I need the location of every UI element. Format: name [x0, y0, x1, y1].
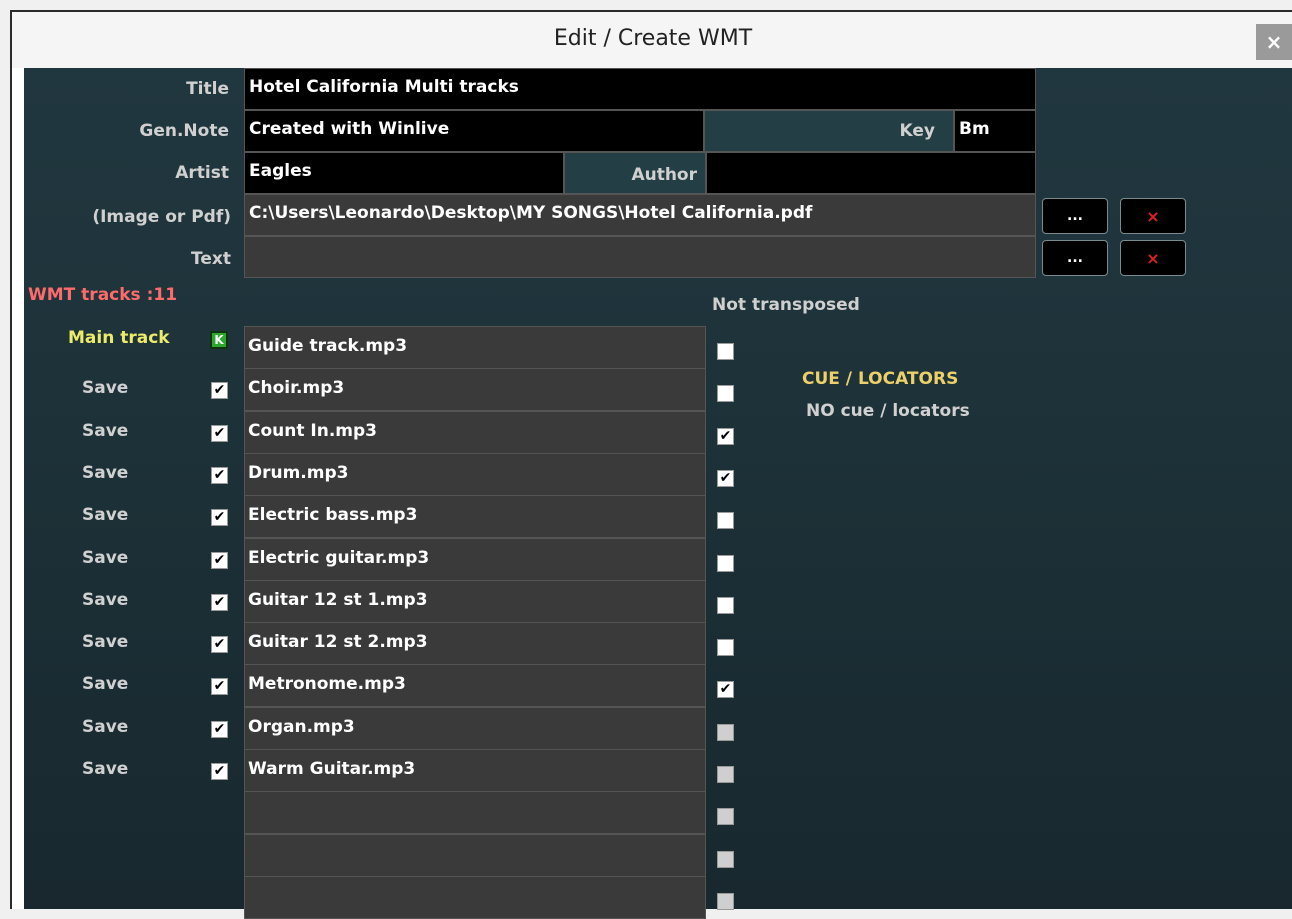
not-transposed-checkbox[interactable] [717, 766, 734, 783]
gen-note-label: Gen.Note [139, 121, 229, 141]
track-file-field[interactable] [244, 791, 706, 834]
track-file-field[interactable]: Electric guitar.mp3 [244, 538, 706, 581]
not-transposed-checkbox[interactable] [717, 385, 734, 402]
not-transposed-checkbox[interactable]: ✔ [717, 428, 734, 445]
not-transposed-checkbox[interactable] [717, 597, 734, 614]
cue-locators-title: CUE / LOCATORS [802, 369, 959, 389]
save-checkbox[interactable]: ✔ [211, 678, 228, 695]
not-transposed-checkbox[interactable]: ✔ [717, 470, 734, 487]
save-label: Save [82, 759, 129, 779]
not-transposed-checkbox[interactable]: ✔ [717, 681, 734, 698]
text-label: Text [191, 249, 231, 269]
key-label-cell: Key [704, 110, 954, 152]
save-checkbox[interactable]: ✔ [211, 636, 228, 653]
not-transposed-checkbox[interactable] [717, 343, 734, 360]
save-label: Save [82, 590, 129, 610]
gen-note-field[interactable]: Created with Winlive [244, 110, 704, 152]
not-transposed-checkbox[interactable] [717, 724, 734, 741]
save-label: Save [82, 463, 129, 483]
track-file-field[interactable]: Guide track.mp3 [244, 326, 706, 369]
save-label: Save [82, 717, 129, 737]
track-file-field[interactable] [244, 834, 706, 877]
cue-locators-status: NO cue / locators [806, 401, 970, 421]
browse-image-button[interactable]: ... [1042, 198, 1108, 234]
save-checkbox[interactable]: ✔ [211, 594, 228, 611]
save-label: Save [82, 632, 129, 652]
edit-create-wmt-dialog: Edit / Create WMT × Title Hotel Californ… [10, 10, 1292, 919]
text-field[interactable] [244, 236, 1036, 278]
track-file-field[interactable]: Metronome.mp3 [244, 664, 706, 707]
title-label: Title [186, 79, 229, 99]
dialog-body: Title Hotel California Multi tracks Gen.… [24, 68, 1292, 919]
artist-field[interactable]: Eagles [244, 152, 564, 194]
save-checkbox[interactable]: ✔ [211, 552, 228, 569]
track-file-field[interactable] [244, 876, 706, 919]
author-label: Author [631, 165, 697, 185]
not-transposed-checkbox[interactable] [717, 851, 734, 868]
not-transposed-checkbox[interactable] [717, 808, 734, 825]
save-label: Save [82, 674, 129, 694]
image-pdf-label: (Image or Pdf) [92, 207, 231, 227]
not-transposed-checkbox[interactable] [717, 555, 734, 572]
clear-image-button[interactable]: × [1120, 198, 1186, 234]
not-transposed-checkbox[interactable] [717, 639, 734, 656]
track-file-field[interactable]: Drum.mp3 [244, 453, 706, 496]
save-label: Save [82, 378, 129, 398]
track-file-field[interactable]: Count In.mp3 [244, 411, 706, 454]
wmt-track-count: WMT tracks :11 [28, 285, 178, 305]
key-label: Key [899, 121, 936, 141]
track-file-field[interactable]: Warm Guitar.mp3 [244, 749, 706, 792]
key-field[interactable]: Bm [954, 110, 1036, 152]
save-checkbox[interactable]: ✔ [211, 721, 228, 738]
dialog-title: Edit / Create WMT [553, 26, 753, 51]
save-label: Save [82, 548, 129, 568]
save-label: Save [82, 505, 129, 525]
author-label-cell: Author [564, 152, 706, 194]
save-label: Save [82, 421, 129, 441]
track-file-field[interactable]: Electric bass.mp3 [244, 495, 706, 538]
main-track-k-icon[interactable]: K [210, 331, 228, 349]
track-file-field[interactable]: Choir.mp3 [244, 368, 706, 411]
save-checkbox[interactable]: ✔ [211, 467, 228, 484]
title-bar: Edit / Create WMT × [12, 12, 1292, 68]
not-transposed-checkbox[interactable] [717, 893, 734, 910]
browse-text-button[interactable]: ... [1042, 240, 1108, 276]
track-file-field[interactable]: Guitar 12 st 1.mp3 [244, 580, 706, 623]
save-checkbox[interactable]: ✔ [211, 763, 228, 780]
image-pdf-field[interactable]: C:\Users\Leonardo\Desktop\MY SONGS\Hotel… [244, 194, 1036, 236]
track-file-field[interactable]: Guitar 12 st 2.mp3 [244, 622, 706, 665]
save-checkbox[interactable]: ✔ [211, 425, 228, 442]
save-checkbox[interactable]: ✔ [211, 509, 228, 526]
close-button[interactable]: × [1256, 24, 1292, 60]
track-file-field[interactable]: Organ.mp3 [244, 707, 706, 750]
main-track-label: Main track [68, 328, 170, 348]
artist-label: Artist [175, 163, 229, 183]
title-field[interactable]: Hotel California Multi tracks [244, 68, 1036, 110]
clear-text-button[interactable]: × [1120, 240, 1186, 276]
save-checkbox[interactable]: ✔ [211, 382, 228, 399]
not-transposed-header: Not transposed [712, 295, 860, 315]
author-field[interactable] [706, 152, 1036, 194]
not-transposed-checkbox[interactable] [717, 512, 734, 529]
